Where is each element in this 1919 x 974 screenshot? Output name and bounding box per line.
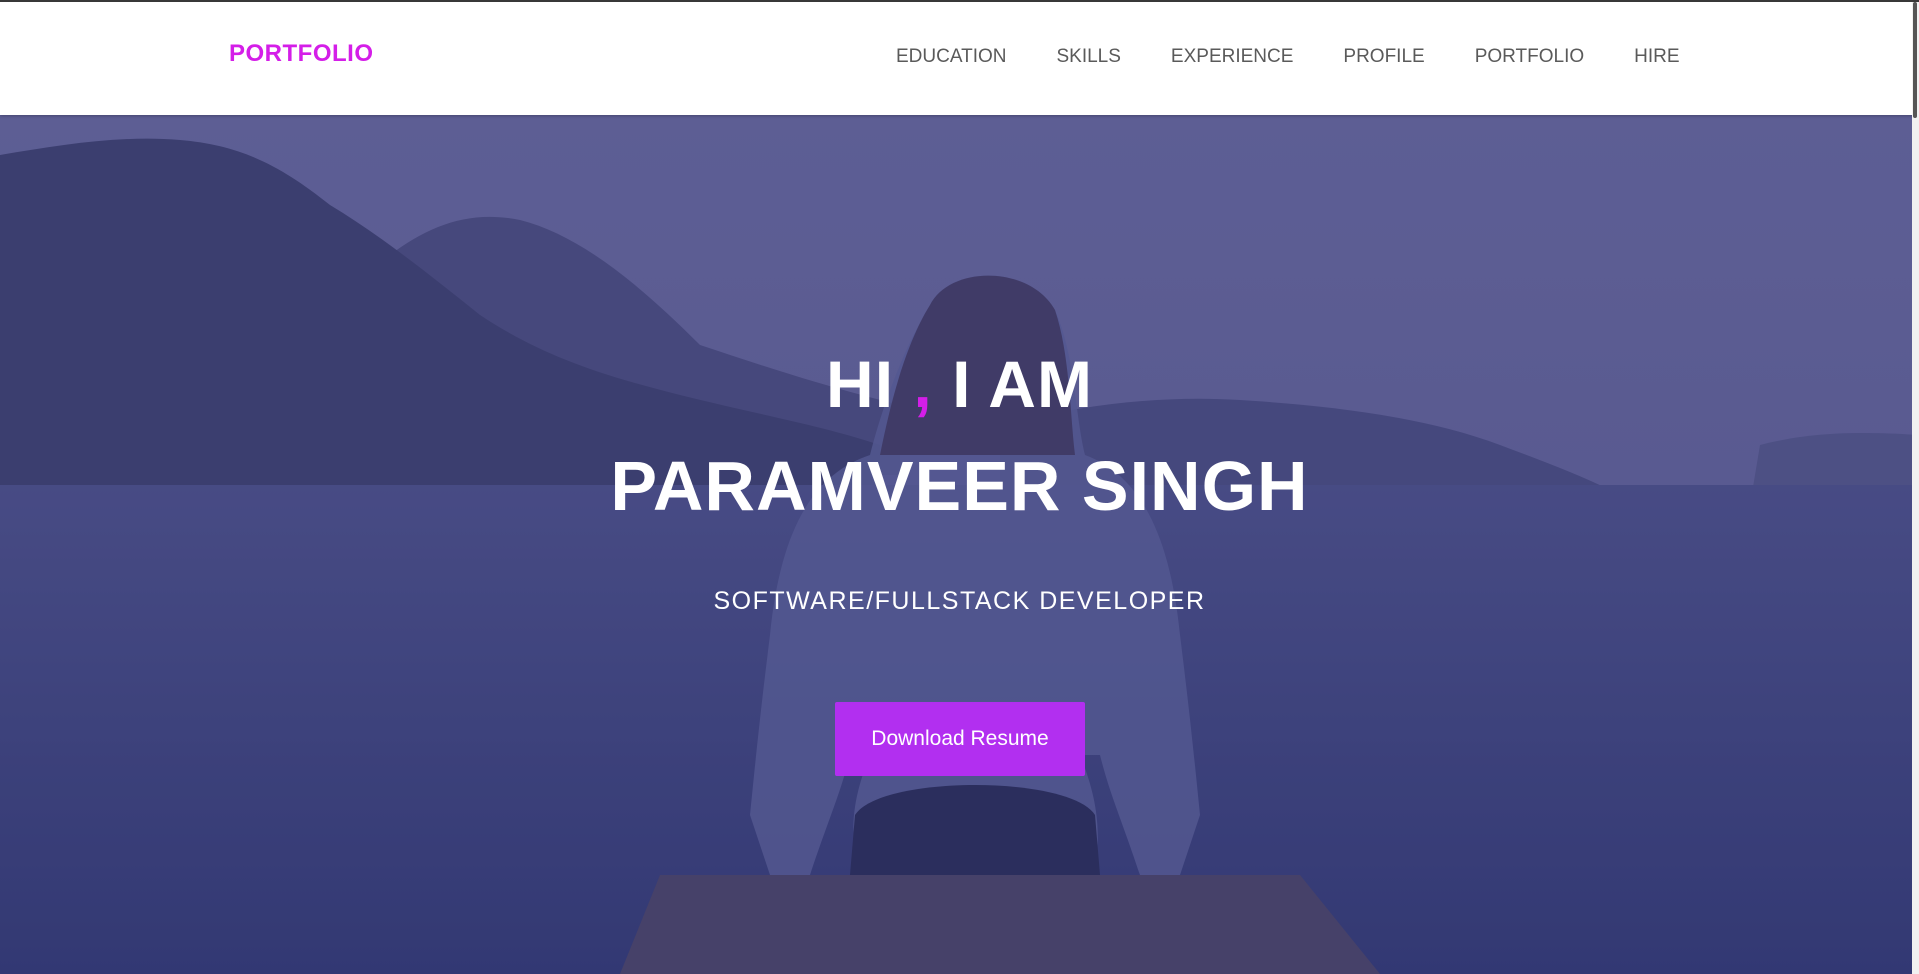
nav-link-hire[interactable]: HIRE <box>1634 46 1679 68</box>
nav-link-experience[interactable]: EXPERIENCE <box>1171 46 1293 68</box>
hero-name: PARAMVEER SINGH <box>610 447 1309 525</box>
page-scrollbar[interactable] <box>1912 2 1919 974</box>
greeting-comma: , <box>913 347 933 421</box>
nav-link-education[interactable]: EDUCATION <box>896 46 1006 68</box>
scrollbar-thumb[interactable] <box>1913 2 1917 118</box>
brand-logo-link[interactable]: PORTFOLIO <box>229 40 374 68</box>
nav-links: EDUCATION SKILLS EXPERIENCE PROFILE PORT… <box>896 46 1680 68</box>
hero-role: SOFTWARE/FULLSTACK DEVELOPER <box>713 587 1206 615</box>
navbar: PORTFOLIO EDUCATION SKILLS EXPERIENCE PR… <box>0 2 1919 115</box>
greeting-hi: HI <box>826 347 895 421</box>
nav-link-portfolio[interactable]: PORTFOLIO <box>1475 46 1584 68</box>
hero-section: HI , I AM PARAMVEER SINGH SOFTWARE/FULLS… <box>0 115 1919 974</box>
hero-greeting: HI , I AM <box>0 351 1919 417</box>
download-resume-button[interactable]: Download Resume <box>835 702 1085 776</box>
greeting-rest: I AM <box>952 347 1093 421</box>
hero-overlay <box>0 115 1919 974</box>
nav-link-profile[interactable]: PROFILE <box>1343 46 1424 68</box>
nav-link-skills[interactable]: SKILLS <box>1056 46 1120 68</box>
